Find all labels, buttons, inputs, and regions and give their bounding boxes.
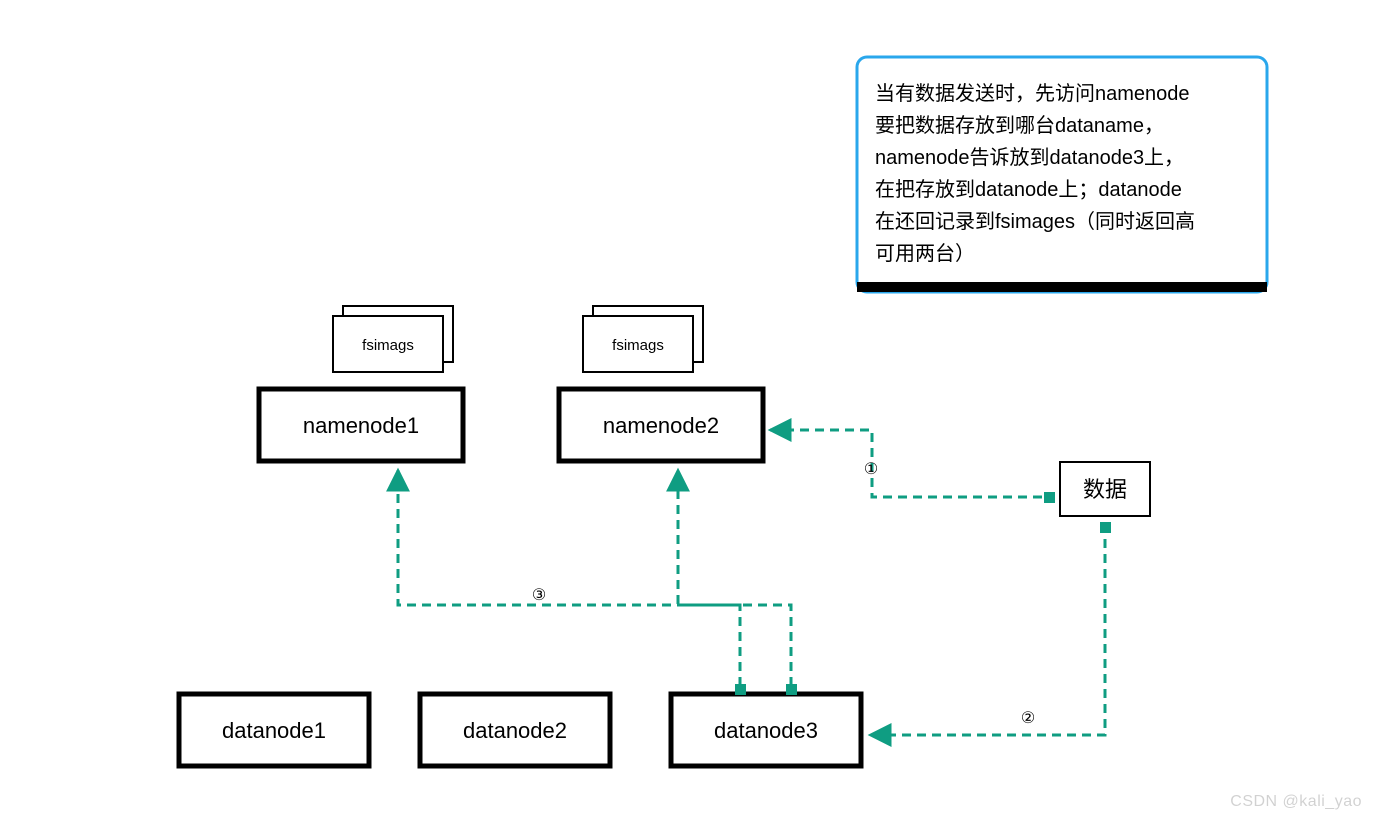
desc-line3: namenode告诉放到datanode3上， [875,146,1184,169]
namenode1-label: namenode1 [303,413,419,438]
namenode2-label: namenode2 [603,413,719,438]
datanode2-label: datanode2 [463,718,567,743]
desc-line4: 在把存放到datanode上；datanode [875,178,1182,201]
namenode1-box: namenode1 [259,389,463,461]
fsimags-label-1: fsimags [362,337,414,354]
datanode1-box: datanode1 [179,694,369,766]
arrow-step-3: ③ [398,470,797,695]
namenode2-box: namenode2 [559,389,763,461]
data-box: 数据 [1060,462,1150,516]
fsimags-stack-2: fsimags [583,306,703,372]
datanode3-label: datanode3 [714,718,818,743]
desc-line2: 要把数据存放到哪台dataname， [875,114,1164,137]
step2-label: ② [1021,710,1035,727]
step3-label: ③ [532,587,546,604]
datanode3-box: datanode3 [671,694,861,766]
desc-line1: 当有数据发送时，先访问namenode [875,82,1190,105]
watermark: CSDN @kali_yao [1230,793,1362,811]
datanode1-label: datanode1 [222,718,326,743]
arrow-step-2: ② [870,522,1111,735]
desc-line6: 可用两台） [875,242,975,265]
arrow-step-1: ① [770,430,1055,503]
data-label: 数据 [1083,477,1127,502]
datanode2-box: datanode2 [420,694,610,766]
step1-label: ① [864,461,878,478]
desc-line5: 在还回记录到fsimages（同时返回高 [875,210,1195,233]
fsimags-stack-1: fsimags [333,306,453,372]
fsimags-label-2: fsimags [612,337,664,354]
description-box: 当有数据发送时，先访问namenode 要把数据存放到哪台dataname， n… [857,57,1267,292]
